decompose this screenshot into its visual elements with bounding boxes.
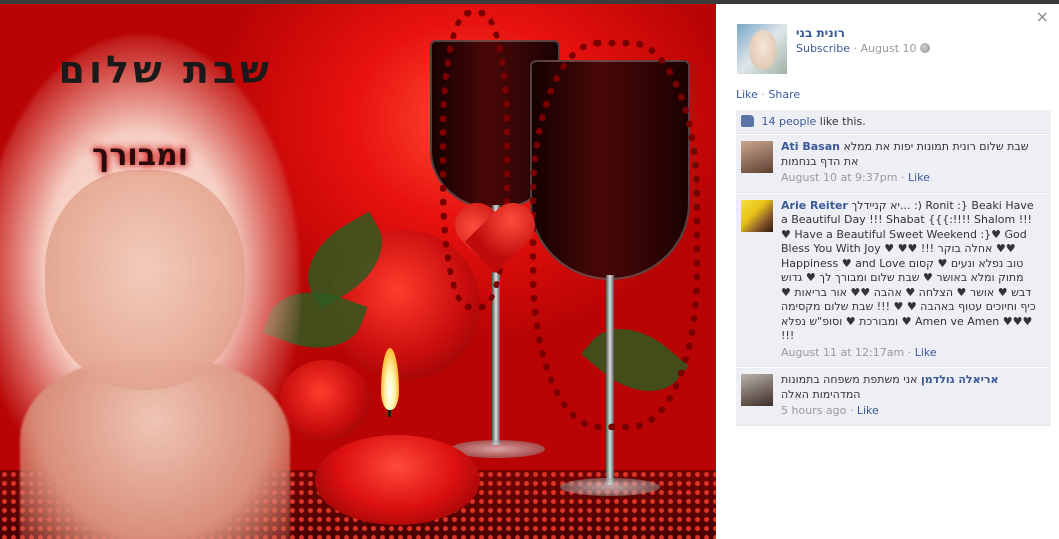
comment-like-link[interactable]: Like	[857, 404, 879, 417]
comment-meta: 5 hours ago · Like	[781, 404, 879, 417]
comment-time[interactable]: August 11 at 12:17am	[781, 346, 904, 359]
decorative-beads	[530, 40, 700, 430]
likes-suffix: like this.	[819, 115, 866, 128]
comment-avatar[interactable]	[741, 374, 773, 406]
like-link[interactable]: Like	[736, 88, 758, 101]
action-separator: ·	[761, 88, 765, 101]
post-actions: Like · Share	[736, 88, 800, 101]
comment-text: אני משתפת משפחה בתמונות המדהימות האלה	[781, 373, 918, 401]
comment-avatar[interactable]	[741, 199, 773, 232]
comment-time[interactable]: 5 hours ago	[781, 404, 846, 417]
wine-glass-base	[560, 478, 660, 496]
share-link[interactable]: Share	[768, 88, 800, 101]
thumbs-up-icon	[741, 115, 754, 127]
comment-like-link[interactable]: Like	[915, 346, 937, 359]
comment-item: אריאלה גולדמן אני משתפת משפחה בתמונות המ…	[736, 367, 1051, 426]
candle-decoration	[315, 435, 480, 525]
comment-meta: August 10 at 9:37pm · Like	[781, 171, 930, 184]
post-date[interactable]: August 10	[861, 42, 917, 55]
comment-like-link[interactable]: Like	[908, 171, 930, 184]
comment-text: יא קניידלך... :) Ronit :} Beaki Have a B…	[781, 198, 1036, 343]
owner-name[interactable]: רונית בני	[796, 26, 845, 40]
meta-separator: ·	[853, 42, 858, 55]
photo-side-panel: × רונית בני Subscribe · August 10 Like ·…	[716, 4, 1059, 539]
likes-count-link[interactable]: 14 people	[762, 115, 817, 128]
subscribe-link[interactable]: Subscribe	[796, 42, 850, 55]
photo-viewer-image: שבת שלום ומבורך	[0, 0, 716, 539]
comment-author[interactable]: אריאלה גולדמן	[921, 373, 998, 386]
comment-item: Ati Basan שבת שלום רונית תמונות יפות את …	[736, 134, 1051, 193]
comment-author[interactable]: Ati Basan	[781, 140, 840, 153]
feedback-box: 14 people like this. Ati Basan שבת שלום …	[736, 110, 1051, 426]
comment-avatar[interactable]	[741, 141, 773, 173]
comment-author[interactable]: Arie Reiter	[781, 199, 848, 212]
close-icon[interactable]: ×	[1036, 9, 1049, 25]
comment-meta: August 11 at 12:17am · Like	[781, 345, 937, 359]
photo-overlay-subtitle: ומבורך	[92, 138, 188, 173]
comment-item: Arie Reiter יא קניידלך... :) Ronit :} Be…	[736, 192, 1051, 367]
heart-ornament	[452, 205, 536, 281]
owner-avatar[interactable]	[737, 24, 787, 74]
portrait-face	[45, 170, 245, 390]
likes-summary: 14 people like this.	[736, 110, 1051, 134]
comment-time[interactable]: August 10 at 9:37pm	[781, 171, 897, 184]
globe-icon[interactable]	[920, 43, 931, 53]
photo-overlay-title: שבת שלום	[58, 48, 273, 92]
rose-decoration	[280, 360, 370, 440]
owner-meta: Subscribe · August 10	[796, 42, 931, 55]
